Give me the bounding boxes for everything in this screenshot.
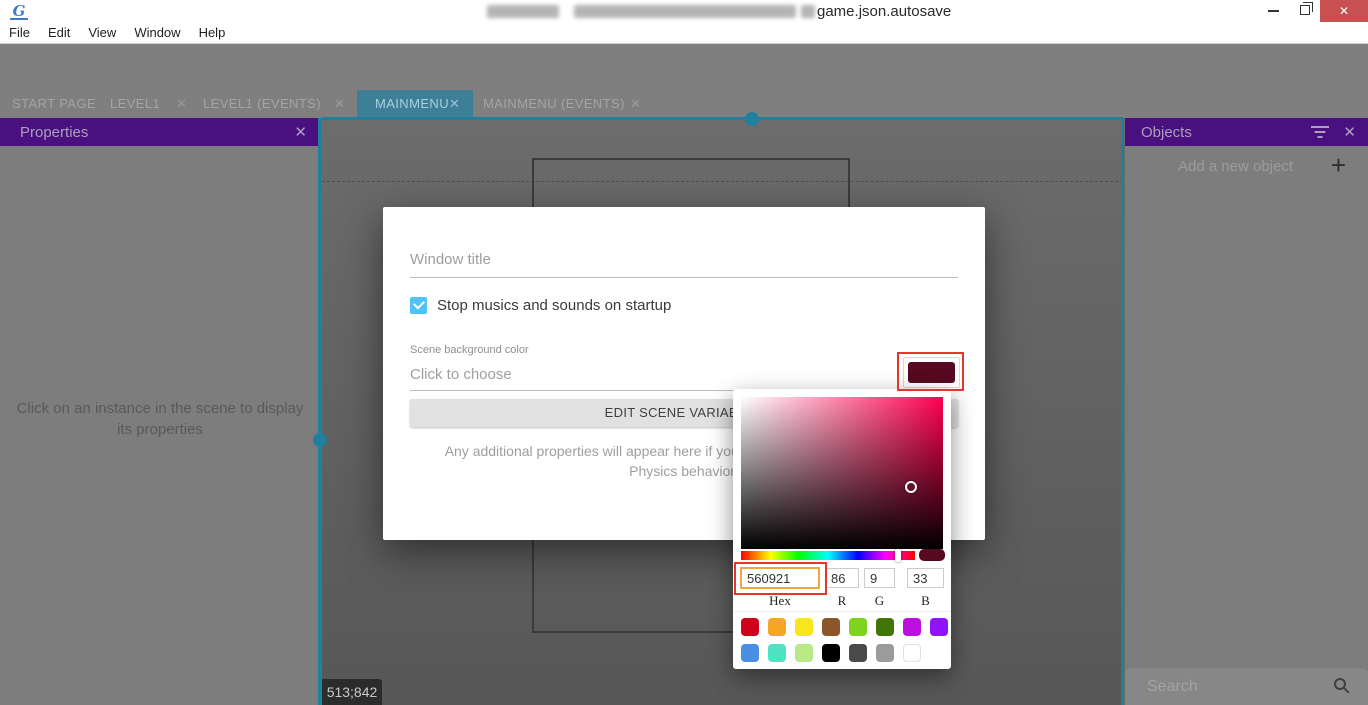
color-picker: Hex R G B: [733, 389, 951, 669]
preset-swatch[interactable]: [849, 644, 867, 662]
filter-icon[interactable]: [1311, 126, 1329, 138]
preset-swatch[interactable]: [930, 618, 948, 636]
tab-bar: START PAGE LEVEL1 ✕ LEVEL1 (EVENTS) ✕ MA…: [0, 90, 1368, 118]
red-input[interactable]: [825, 568, 859, 588]
hue-slider[interactable]: [741, 551, 915, 560]
stop-music-label: Stop musics and sounds on startup: [437, 297, 671, 314]
redacted-title-segment: [487, 5, 559, 18]
search-icon: [1334, 678, 1346, 690]
properties-hint: Click on an instance in the scene to dis…: [10, 398, 310, 440]
preset-swatch[interactable]: [795, 644, 813, 662]
preset-swatch[interactable]: [903, 644, 921, 662]
preset-swatch[interactable]: [741, 644, 759, 662]
window-title-field[interactable]: Window title: [410, 251, 491, 268]
cursor-coordinates: 513;842: [322, 679, 382, 705]
blue-input[interactable]: [907, 568, 944, 588]
preset-swatch[interactable]: [849, 618, 867, 636]
current-color-swatch: [919, 549, 945, 561]
preset-swatch[interactable]: [795, 618, 813, 636]
preset-swatch[interactable]: [768, 618, 786, 636]
menu-window[interactable]: Window: [125, 22, 189, 44]
saturation-cursor[interactable]: [905, 481, 917, 493]
properties-title: Properties: [0, 124, 282, 141]
redacted-title-segment: [574, 5, 796, 18]
left-panel-divider[interactable]: [318, 118, 321, 705]
close-button[interactable]: ✕: [1320, 0, 1368, 22]
green-label: G: [864, 593, 895, 609]
toolbar: 1:1: [0, 44, 1368, 90]
restore-button[interactable]: [1300, 5, 1310, 15]
top-resize-handle[interactable]: [745, 112, 759, 126]
objects-close-icon[interactable]: ✕: [1343, 123, 1368, 141]
preset-swatch[interactable]: [822, 618, 840, 636]
menu-help[interactable]: Help: [190, 22, 235, 44]
tab-level1-events[interactable]: LEVEL1 (EVENTS): [203, 90, 321, 118]
editor-top-border: [322, 117, 1123, 120]
preset-swatch[interactable]: [741, 618, 759, 636]
properties-header: Properties ✕: [0, 118, 319, 146]
menu-file[interactable]: File: [0, 22, 39, 44]
preset-swatch[interactable]: [876, 644, 894, 662]
blue-label: B: [907, 593, 944, 609]
objects-search-box[interactable]: Search: [1125, 668, 1368, 705]
gdevelop-logo-icon: G: [10, 2, 28, 20]
tab-mainmenu-events-close-icon[interactable]: ✕: [630, 90, 641, 118]
right-panel-divider[interactable]: [1121, 118, 1124, 705]
annotation-color-swatch-highlight: [897, 352, 964, 391]
left-resize-handle[interactable]: [313, 433, 327, 447]
properties-panel: Properties ✕ Click on an instance in the…: [0, 118, 319, 705]
menu-edit[interactable]: Edit: [39, 22, 79, 44]
menu-view[interactable]: View: [79, 22, 125, 44]
green-input[interactable]: [864, 568, 895, 588]
preset-swatch[interactable]: [876, 618, 894, 636]
red-label: R: [825, 593, 859, 609]
tab-mainmenu-events[interactable]: MAINMENU (EVENTS): [483, 90, 625, 118]
minimize-button[interactable]: [1268, 10, 1279, 12]
menu-bar: File Edit View Window Help: [0, 22, 1368, 44]
stop-music-checkbox[interactable]: [410, 297, 427, 314]
tab-start-page[interactable]: START PAGE: [12, 90, 96, 118]
plus-icon[interactable]: +: [1331, 150, 1346, 181]
add-object-label: Add a new object: [1178, 158, 1293, 175]
add-object-row[interactable]: Add a new object +: [1125, 152, 1368, 182]
saturation-area[interactable]: [741, 397, 943, 549]
objects-title: Objects: [1125, 124, 1311, 141]
tab-level1[interactable]: LEVEL1: [110, 90, 160, 118]
color-value-field[interactable]: Click to choose: [410, 366, 512, 383]
objects-panel: Objects ✕ Add a new object + Search: [1125, 118, 1368, 705]
title-bar: G game.json.autosave ✕: [0, 0, 1368, 22]
hex-label: Hex: [740, 593, 820, 609]
annotation-hex-input-highlight: [734, 562, 827, 595]
tab-level1-close-icon[interactable]: ✕: [176, 90, 187, 118]
redacted-title-segment: [801, 5, 815, 18]
hue-handle[interactable]: [895, 549, 901, 562]
preset-swatch[interactable]: [822, 644, 840, 662]
tab-mainmenu-close-icon[interactable]: ✕: [449, 90, 460, 118]
preset-swatch[interactable]: [903, 618, 921, 636]
properties-close-icon[interactable]: ✕: [282, 123, 319, 141]
search-input[interactable]: Search: [1147, 678, 1198, 696]
objects-header: Objects ✕: [1125, 118, 1368, 146]
scene-background-label: Scene background color: [410, 344, 529, 356]
tab-mainmenu[interactable]: MAINMENU ✕: [357, 90, 473, 118]
tab-level1-events-close-icon[interactable]: ✕: [334, 90, 345, 118]
preset-swatch[interactable]: [768, 644, 786, 662]
window-title: game.json.autosave: [817, 3, 951, 20]
